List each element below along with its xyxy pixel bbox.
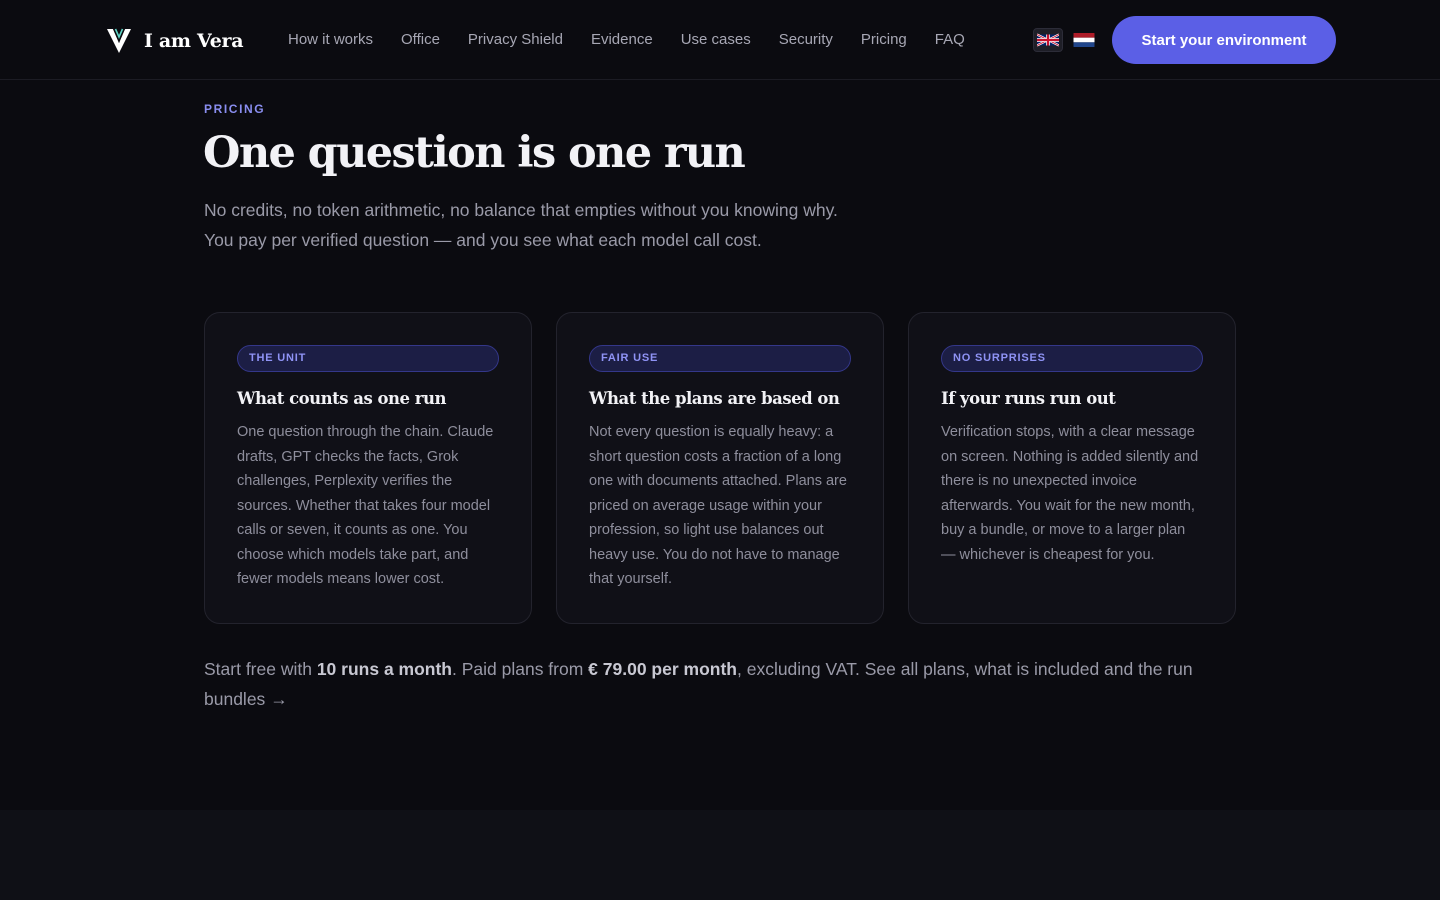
main-nav: How it works Office Privacy Shield Evide… <box>288 29 965 51</box>
arrow-right-icon: → <box>270 688 288 709</box>
nav-evidence[interactable]: Evidence <box>591 29 653 51</box>
logo-link[interactable]: I am Vera <box>106 26 244 56</box>
uk-flag-icon <box>1037 33 1059 47</box>
pricing-footnote: Start free with 10 runs a month. Paid pl… <box>204 655 1234 714</box>
brand-name: I am Vera <box>144 30 244 52</box>
card-body: Verification stops, with a clear message… <box>941 424 1199 563</box>
card-badge: NO SURPRISES <box>941 345 1203 372</box>
nav-privacy-shield[interactable]: Privacy Shield <box>468 29 563 51</box>
card-fair-use: FAIR USE What the plans are based on Not… <box>556 312 884 624</box>
language-switcher <box>1033 28 1099 52</box>
price-highlight: € 79.00 per month <box>588 659 737 679</box>
footnote-middle: . Paid plans from <box>452 659 589 679</box>
nav-pricing[interactable]: Pricing <box>861 29 907 51</box>
nav-use-cases[interactable]: Use cases <box>681 29 751 51</box>
language-english-button[interactable] <box>1033 28 1063 52</box>
card-title: What counts as one run <box>237 389 446 408</box>
card-the-unit: THE UNIT What counts as one run One ques… <box>204 312 532 624</box>
nav-faq[interactable]: FAQ <box>935 29 965 51</box>
footnote-suffix: , excluding VAT. <box>736 659 865 679</box>
card-body: Not every question is equally heavy: a s… <box>589 424 847 587</box>
nav-security[interactable]: Security <box>779 29 833 51</box>
nav-how-it-works[interactable]: How it works <box>288 29 373 51</box>
next-section-band <box>0 810 1440 900</box>
section-lead: No credits, no token arithmetic, no bala… <box>204 200 838 250</box>
card-title: What the plans are based on <box>589 389 840 408</box>
card-no-surprises: NO SURPRISES If your runs run out Verifi… <box>908 312 1236 624</box>
nl-flag-icon <box>1073 33 1095 47</box>
card-badge: THE UNIT <box>237 345 499 372</box>
language-dutch-button[interactable] <box>1069 28 1099 52</box>
footnote-prefix: Start free with <box>204 659 317 679</box>
card-badge: FAIR USE <box>589 345 851 372</box>
info-cards: THE UNIT What counts as one run One ques… <box>204 312 1236 624</box>
vera-logo-icon <box>107 28 131 53</box>
free-runs-highlight: 10 runs a month <box>316 659 452 679</box>
site-header: I am Vera How it works Office Privacy Sh… <box>0 0 1440 80</box>
start-environment-button[interactable]: Start your environment <box>1112 16 1336 64</box>
page-title: One question is one run <box>203 128 746 178</box>
card-title: If your runs run out <box>941 389 1116 408</box>
card-body: One question through the chain. Claude d… <box>237 424 494 587</box>
nav-office[interactable]: Office <box>401 29 440 51</box>
section-eyebrow: PRICING <box>204 102 266 116</box>
